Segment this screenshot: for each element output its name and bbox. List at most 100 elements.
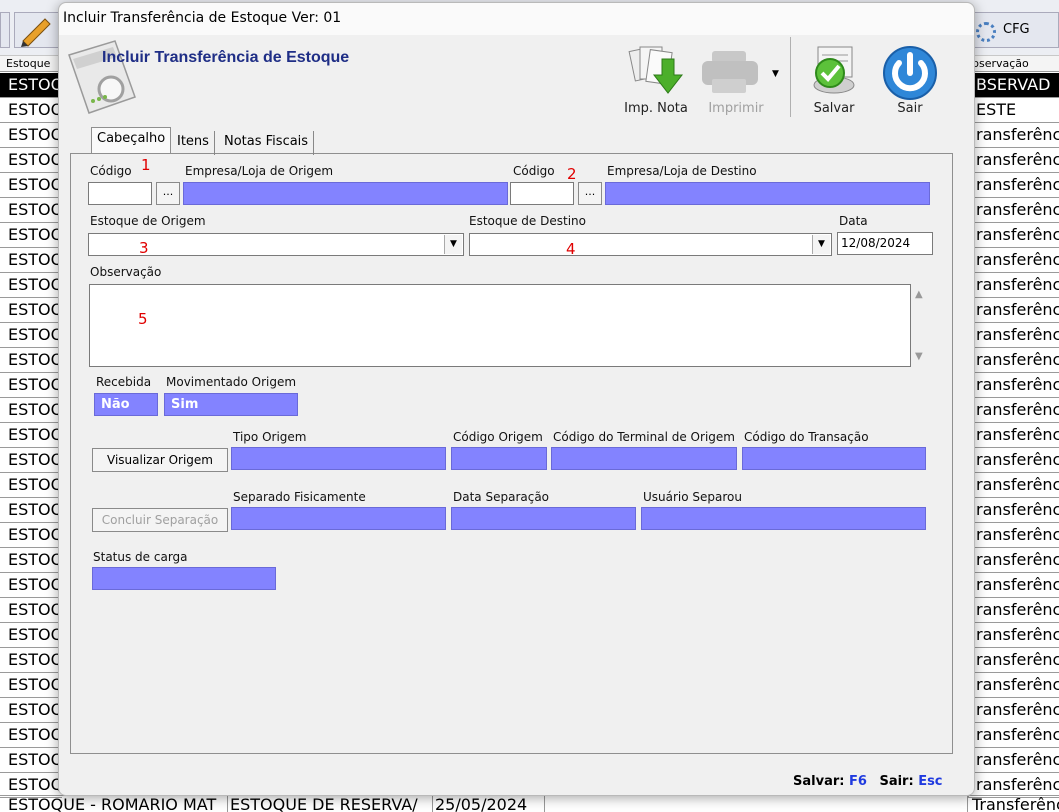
grid-cell[interactable]: ESTOQ xyxy=(0,298,62,323)
grid-cell[interactable]: ESTOQ xyxy=(0,598,62,623)
grid-cell[interactable]: ESTOQUE DE RESERVA/ xyxy=(228,795,433,812)
grid-cell[interactable]: ESTOQ xyxy=(0,573,62,598)
grid-cell[interactable]: ransferênci xyxy=(968,523,1059,548)
grid-cell[interactable]: ransferênci xyxy=(968,473,1059,498)
edit-icon[interactable] xyxy=(14,12,60,48)
grid-cell[interactable]: ransferênci xyxy=(968,598,1059,623)
grid-cell[interactable]: ESTOQ xyxy=(0,623,62,648)
grid-cell[interactable]: ransferênci xyxy=(968,673,1059,698)
estoque-origem-label: Estoque de Origem xyxy=(90,214,206,228)
grid-cell[interactable]: ESTOQ xyxy=(0,748,62,773)
grid-cell[interactable]: ESTOQ xyxy=(0,523,62,548)
grid-cell[interactable]: ransferênci xyxy=(968,448,1059,473)
grid-cell[interactable]: ESTOQUE - ROMARIO MAT xyxy=(0,795,228,812)
grid-cell[interactable]: ESTE xyxy=(968,98,1059,123)
observacao-textarea[interactable] xyxy=(89,284,911,367)
grid-cell[interactable]: Transferênci xyxy=(968,795,1059,812)
grid-cell[interactable]: ransferênci xyxy=(968,698,1059,723)
imp-nota-label: Imp. Nota xyxy=(624,101,688,116)
observacao-label: Observação xyxy=(90,265,162,279)
grid-cell[interactable]: ransferênci xyxy=(968,498,1059,523)
chevron-down-icon[interactable]: ▼ xyxy=(444,235,462,254)
grid-cell[interactable]: ESTOQ xyxy=(0,223,62,248)
chevron-down-icon[interactable]: ▼ xyxy=(812,235,830,254)
grid-cell[interactable]: ransferênci xyxy=(968,623,1059,648)
grid-cell[interactable]: ESTOQ xyxy=(0,148,62,173)
grid-cell[interactable]: ransferênci xyxy=(968,573,1059,598)
grid-cell[interactable]: ESTOQ xyxy=(0,173,62,198)
grid-cell[interactable]: ESTOQ xyxy=(0,498,62,523)
grid-cell[interactable]: ransferênci xyxy=(968,423,1059,448)
grid-cell[interactable]: ESTOQ xyxy=(0,448,62,473)
grid-cell[interactable]: ESTOQ xyxy=(0,423,62,448)
grid-cell[interactable]: ransferênci xyxy=(968,173,1059,198)
grid-cell[interactable]: ESTOQ xyxy=(0,323,62,348)
codigo-destino-lookup-button[interactable]: ... xyxy=(578,182,602,205)
salvar-shortcut-label: Salvar: xyxy=(793,774,845,789)
grid-cell[interactable]: ESTOQ xyxy=(0,398,62,423)
visualizar-origem-button[interactable]: Visualizar Origem xyxy=(92,448,228,472)
codigo-origem-input[interactable] xyxy=(88,182,152,205)
grid-cell[interactable]: ESTOQ xyxy=(0,723,62,748)
grid-cell[interactable] xyxy=(545,795,968,812)
grid-cell[interactable]: ransferênci xyxy=(968,748,1059,773)
grid-cell[interactable]: ransferênci xyxy=(968,298,1059,323)
grid-cell[interactable]: ESTOQ xyxy=(0,73,62,98)
grid-cell[interactable]: ransferênci xyxy=(968,373,1059,398)
grid-cell[interactable]: ESTOQ xyxy=(0,648,62,673)
grid-cell[interactable]: ransferênci xyxy=(968,723,1059,748)
grid-cell[interactable]: ESTOQ xyxy=(0,673,62,698)
grid-cell[interactable]: ESTOQ xyxy=(0,123,62,148)
grid-cell[interactable]: ESTOQ xyxy=(0,98,62,123)
codigo-origem-lookup-button[interactable]: ... xyxy=(156,182,180,205)
background-toolbar-button[interactable] xyxy=(0,12,10,48)
grid-cell[interactable]: ransferênci xyxy=(968,198,1059,223)
codigo-destino-label: Código xyxy=(513,164,555,178)
codigo-transacao-field xyxy=(742,447,926,470)
grid-cell[interactable]: ransferênci xyxy=(968,398,1059,423)
codigo-terminal-label: Código do Terminal de Origem xyxy=(553,430,735,444)
annotation-3: 3 xyxy=(139,239,149,257)
imprimir-button[interactable]: ▼ Imprimir xyxy=(696,39,786,125)
imprimir-dropdown-icon[interactable]: ▼ xyxy=(772,69,779,79)
tab-itens[interactable]: Itens xyxy=(172,131,215,155)
scroll-down-icon[interactable]: ▼ xyxy=(915,351,923,362)
estoque-destino-select[interactable]: ▼ xyxy=(469,233,832,256)
separado-label: Separado Fisicamente xyxy=(233,490,366,504)
grid-cell[interactable]: 25/05/2024 xyxy=(433,795,545,812)
grid-cell[interactable]: ransferênci xyxy=(968,223,1059,248)
grid-cell[interactable]: BSERVAD xyxy=(968,73,1059,98)
tab-cabecalho[interactable]: Cabeçalho xyxy=(91,127,172,153)
scroll-up-icon[interactable]: ▲ xyxy=(915,289,923,300)
salvar-button[interactable]: Salvar xyxy=(804,39,864,125)
usuario-separou-field xyxy=(641,507,926,530)
sair-button[interactable]: Sair xyxy=(875,39,945,125)
data-input[interactable]: 12/08/2024 xyxy=(837,232,933,255)
data-separacao-field xyxy=(451,507,636,530)
concluir-separacao-button[interactable]: Concluir Separação xyxy=(92,508,228,532)
grid-cell[interactable]: ransferênci xyxy=(968,273,1059,298)
grid-cell[interactable]: ransferênci xyxy=(968,323,1059,348)
grid-cell[interactable]: ESTOQ xyxy=(0,248,62,273)
grid-cell[interactable]: ESTOQ xyxy=(0,373,62,398)
column-header-observacao[interactable]: bservação xyxy=(968,56,1059,72)
grid-cell[interactable]: ransferênci xyxy=(968,248,1059,273)
grid-cell[interactable]: ESTOQ xyxy=(0,273,62,298)
data-separacao-label: Data Separação xyxy=(453,490,550,504)
grid-cell[interactable]: ransferênci xyxy=(968,148,1059,173)
codigo-destino-input[interactable] xyxy=(510,182,574,205)
grid-cell[interactable]: ransferênci xyxy=(968,548,1059,573)
column-header-estoque[interactable]: Estoque xyxy=(0,56,62,72)
mov-origem-field: Sim xyxy=(164,393,298,416)
grid-cell[interactable]: ESTOQ xyxy=(0,548,62,573)
tab-notas-fiscais[interactable]: Notas Fiscais xyxy=(219,131,315,155)
grid-cell[interactable]: ESTOQ xyxy=(0,698,62,723)
imp-nota-button[interactable]: Imp. Nota xyxy=(622,39,690,125)
grid-cell[interactable]: ransferênci xyxy=(968,348,1059,373)
grid-cell[interactable]: ESTOQ xyxy=(0,198,62,223)
grid-cell[interactable]: ransferênci xyxy=(968,648,1059,673)
grid-cell[interactable]: ransferênci xyxy=(968,123,1059,148)
grid-cell[interactable]: ESTOQ xyxy=(0,348,62,373)
tab-strip: Cabeçalho Itens Notas Fiscais xyxy=(71,127,953,155)
grid-cell[interactable]: ESTOQ xyxy=(0,473,62,498)
